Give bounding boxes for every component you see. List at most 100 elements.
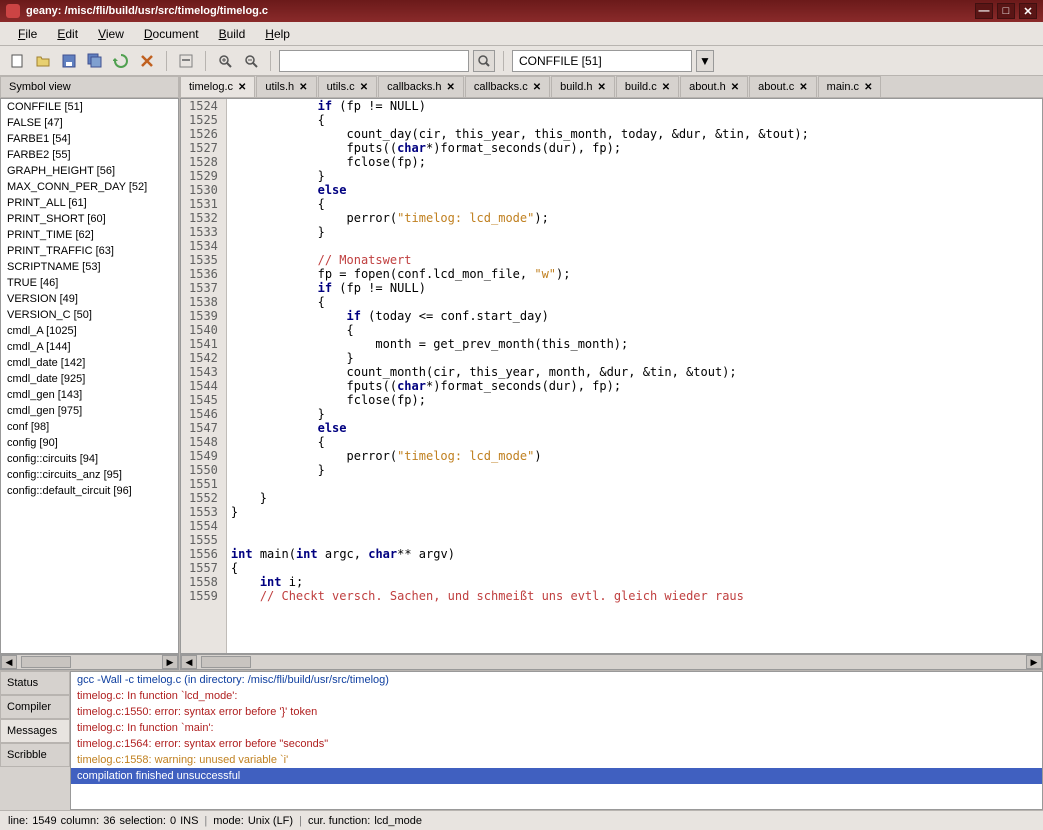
minimize-button[interactable]: —: [975, 3, 993, 19]
menu-help[interactable]: Help: [255, 24, 300, 44]
symbol-item[interactable]: GRAPH_HEIGHT [56]: [1, 163, 178, 179]
editor-tab[interactable]: main.c✕: [818, 76, 882, 97]
symbol-item[interactable]: CONFFILE [51]: [1, 99, 178, 115]
messages-tab-compiler[interactable]: Compiler: [0, 695, 70, 719]
sidebar-tab-symbols[interactable]: Symbol view: [0, 76, 179, 98]
symbol-item[interactable]: cmdl_A [1025]: [1, 323, 178, 339]
menu-document[interactable]: Document: [134, 24, 209, 44]
revert-icon[interactable]: [110, 50, 132, 72]
tab-close-icon[interactable]: ✕: [299, 82, 307, 93]
tab-close-icon[interactable]: ✕: [598, 82, 606, 93]
editor-tab[interactable]: utils.h ✕: [256, 76, 316, 97]
tab-close-icon[interactable]: ✕: [238, 82, 246, 93]
search-button[interactable]: [473, 50, 495, 72]
symbol-item[interactable]: FALSE [47]: [1, 115, 178, 131]
symbol-item[interactable]: PRINT_SHORT [60]: [1, 211, 178, 227]
symbol-item[interactable]: conf [98]: [1, 419, 178, 435]
symbol-item[interactable]: cmdl_gen [975]: [1, 403, 178, 419]
search-input[interactable]: [279, 50, 469, 72]
tab-close-icon[interactable]: ✕: [799, 82, 807, 93]
symbol-item[interactable]: FARBE1 [54]: [1, 131, 178, 147]
tab-close-icon[interactable]: ✕: [662, 82, 670, 93]
editor-tab[interactable]: callbacks.c✕: [465, 76, 550, 97]
editor-tab[interactable]: utils.c✕: [318, 76, 378, 97]
tab-close-icon[interactable]: ✕: [447, 82, 455, 93]
status-mode-label: mode:: [213, 815, 244, 827]
message-line[interactable]: timelog.c:1558: warning: unused variable…: [71, 752, 1042, 768]
editor-tab[interactable]: about.h ✕: [680, 76, 748, 97]
symbol-item[interactable]: FARBE2 [55]: [1, 147, 178, 163]
symbol-item[interactable]: MAX_CONN_PER_DAY [52]: [1, 179, 178, 195]
scroll-right-icon[interactable]: ▶: [162, 655, 178, 669]
save-all-icon[interactable]: [84, 50, 106, 72]
messages-tab-status[interactable]: Status: [0, 671, 70, 695]
sidebar-hscrollbar[interactable]: ◀ ▶: [0, 654, 179, 670]
symbol-item[interactable]: VERSION [49]: [1, 291, 178, 307]
scroll-left-icon[interactable]: ◀: [1, 655, 17, 669]
status-func-label: cur. function:: [308, 815, 370, 827]
compile-icon[interactable]: [175, 50, 197, 72]
maximize-button[interactable]: □: [997, 3, 1015, 19]
tab-label: about.h: [689, 81, 726, 93]
message-line[interactable]: timelog.c:1564: error: syntax error befo…: [71, 736, 1042, 752]
message-line[interactable]: timelog.c: In function `main':: [71, 720, 1042, 736]
status-line-label: line:: [8, 815, 28, 827]
app-icon: [6, 4, 20, 18]
symbol-list[interactable]: CONFFILE [51]FALSE [47]FARBE1 [54]FARBE2…: [0, 98, 179, 654]
symbol-item[interactable]: PRINT_TRAFFIC [63]: [1, 243, 178, 259]
editor-tab[interactable]: build.h ✕: [551, 76, 615, 97]
zoom-in-icon[interactable]: [214, 50, 236, 72]
editor-tab[interactable]: about.c✕: [749, 76, 816, 97]
save-icon[interactable]: [58, 50, 80, 72]
line-gutter: 1524152515261527152815291530153115321533…: [181, 99, 227, 653]
message-line[interactable]: gcc -Wall -c timelog.c (in directory: /m…: [71, 672, 1042, 688]
menu-edit[interactable]: Edit: [47, 24, 88, 44]
messages-list[interactable]: gcc -Wall -c timelog.c (in directory: /m…: [70, 671, 1043, 810]
scroll-thumb[interactable]: [21, 656, 71, 668]
messages-tab-scribble[interactable]: Scribble: [0, 743, 70, 767]
symbol-item[interactable]: VERSION_C [50]: [1, 307, 178, 323]
tab-label: utils.h: [265, 81, 294, 93]
editor-hscrollbar[interactable]: ◀ ▶: [180, 654, 1043, 670]
editor-tab[interactable]: build.c✕: [616, 76, 679, 97]
symbol-item[interactable]: config [90]: [1, 435, 178, 451]
message-line[interactable]: timelog.c: In function `lcd_mode':: [71, 688, 1042, 704]
messages-tab-messages[interactable]: Messages: [0, 719, 70, 743]
scroll-right-icon[interactable]: ▶: [1026, 655, 1042, 669]
open-file-icon[interactable]: [32, 50, 54, 72]
symbol-item[interactable]: cmdl_date [142]: [1, 355, 178, 371]
menu-build[interactable]: Build: [209, 24, 256, 44]
symbol-item[interactable]: config::circuits_anz [95]: [1, 467, 178, 483]
tab-label: build.h: [560, 81, 592, 93]
symbol-item[interactable]: SCRIPTNAME [53]: [1, 259, 178, 275]
symbol-item[interactable]: config::default_circuit [96]: [1, 483, 178, 499]
tab-close-icon[interactable]: ✕: [360, 82, 368, 93]
combo-dropdown-icon[interactable]: ▼: [696, 50, 714, 72]
symbol-item[interactable]: config::circuits [94]: [1, 451, 178, 467]
symbol-item[interactable]: cmdl_date [925]: [1, 371, 178, 387]
menu-file[interactable]: File: [8, 24, 47, 44]
editor-tab[interactable]: callbacks.h✕: [378, 76, 464, 97]
scroll-left-icon[interactable]: ◀: [181, 655, 197, 669]
symbol-item[interactable]: cmdl_A [144]: [1, 339, 178, 355]
symbol-item[interactable]: PRINT_TIME [62]: [1, 227, 178, 243]
tab-close-icon[interactable]: ✕: [731, 82, 739, 93]
menu-view[interactable]: View: [88, 24, 134, 44]
scroll-thumb[interactable]: [201, 656, 251, 668]
code-editor[interactable]: 1524152515261527152815291530153115321533…: [180, 98, 1043, 654]
message-line[interactable]: compilation finished unsuccessful: [71, 768, 1042, 784]
tab-close-icon[interactable]: ✕: [533, 82, 541, 93]
tab-close-icon[interactable]: ✕: [864, 82, 872, 93]
symbol-item[interactable]: TRUE [46]: [1, 275, 178, 291]
symbol-item[interactable]: PRINT_ALL [61]: [1, 195, 178, 211]
code-body[interactable]: if (fp != NULL) { count_day(cir, this_ye…: [227, 99, 1042, 653]
new-file-icon[interactable]: [6, 50, 28, 72]
symbol-item[interactable]: cmdl_gen [143]: [1, 387, 178, 403]
window-title: geany: /misc/fli/build/usr/src/timelog/t…: [26, 5, 975, 17]
close-file-icon[interactable]: [136, 50, 158, 72]
message-line[interactable]: timelog.c:1550: error: syntax error befo…: [71, 704, 1042, 720]
goto-symbol-combo[interactable]: CONFFILE [51]: [512, 50, 692, 72]
editor-tab[interactable]: timelog.c✕: [180, 76, 255, 97]
zoom-out-icon[interactable]: [240, 50, 262, 72]
close-button[interactable]: ✕: [1019, 3, 1037, 19]
